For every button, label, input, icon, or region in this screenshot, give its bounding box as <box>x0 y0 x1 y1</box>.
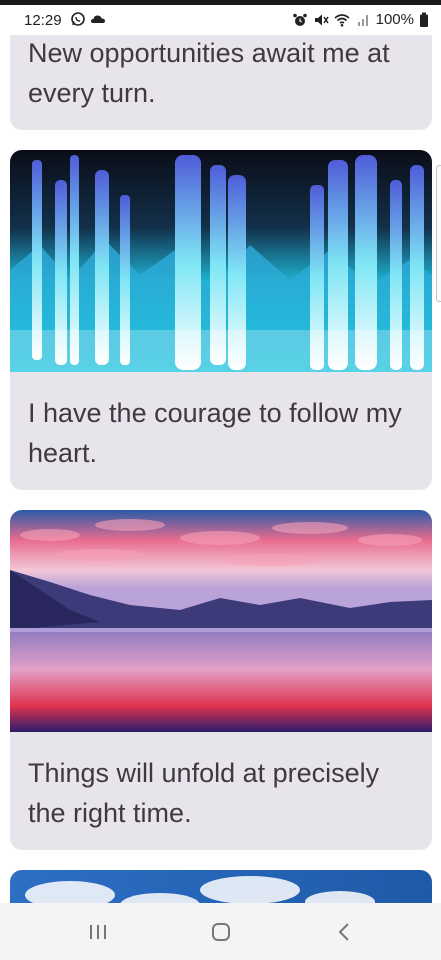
affirmation-text: I have the courage to follow my heart. <box>28 398 402 468</box>
card-image <box>10 150 432 372</box>
affirmation-card[interactable]: New opportunities await me at every turn… <box>10 35 432 130</box>
edge-panel-handle[interactable] <box>436 165 441 302</box>
navigation-bar <box>0 903 441 960</box>
home-icon[interactable] <box>208 920 234 944</box>
status-bar: 12:29 100% <box>0 5 441 35</box>
alarm-icon <box>292 13 307 26</box>
affirmation-card[interactable]: Things will unfold at precisely the righ… <box>10 510 432 850</box>
mute-icon <box>314 14 329 25</box>
affirmation-text: Things will unfold at precisely the righ… <box>28 758 380 828</box>
wifi-icon <box>334 13 350 27</box>
back-icon[interactable] <box>332 920 358 944</box>
card-image <box>10 510 432 732</box>
affirmation-card[interactable] <box>10 870 432 903</box>
battery-icon <box>420 12 428 27</box>
card-image <box>10 870 432 903</box>
affirmation-text: New opportunities await me at every turn… <box>28 38 390 108</box>
status-time: 12:29 <box>24 12 62 29</box>
affirmation-feed[interactable]: New opportunities await me at every turn… <box>0 35 441 903</box>
whatsapp-icon <box>71 12 85 26</box>
battery-percent: 100% <box>375 11 414 28</box>
recent-apps-icon[interactable] <box>85 920 111 944</box>
affirmation-card[interactable]: I have the courage to follow my heart. <box>10 150 432 490</box>
cloud-icon <box>91 15 105 23</box>
signal-icon <box>357 14 368 26</box>
